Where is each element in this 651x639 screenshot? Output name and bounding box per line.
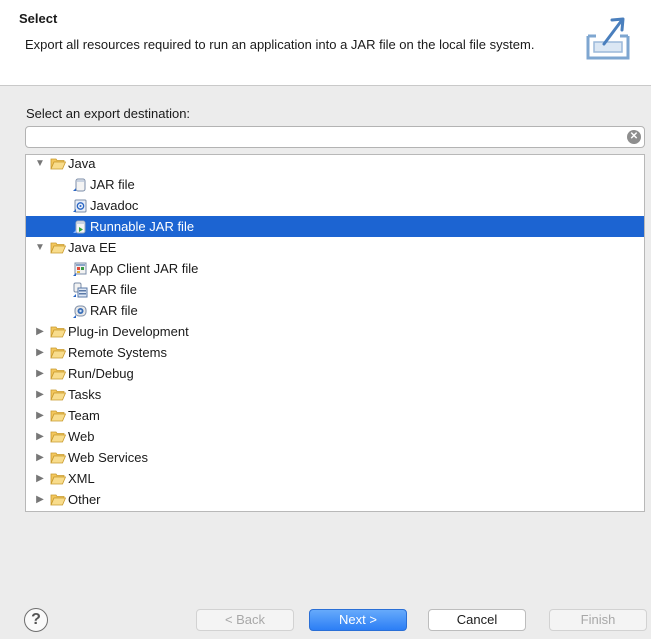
collapse-triangle-icon[interactable]: ▶ (34, 326, 46, 337)
ear-file-icon (73, 282, 88, 297)
tree-item-label: App Client JAR file (90, 261, 199, 276)
tree-item-xml[interactable]: ▶ XML (26, 468, 644, 489)
tree-item-tasks[interactable]: ▶ Tasks (26, 384, 644, 405)
collapse-triangle-icon[interactable]: ▶ (34, 368, 46, 379)
folder-icon (50, 347, 66, 359)
tree-item-run-debug[interactable]: ▶ Run/Debug (26, 363, 644, 384)
tree-item-label: Run/Debug (68, 366, 134, 381)
runnable-jar-icon (73, 220, 86, 233)
folder-icon (50, 326, 66, 338)
tree-item-label: EAR file (90, 282, 137, 297)
tree-item-label: Plug-in Development (68, 324, 189, 339)
tree-item-label: Other (68, 492, 101, 507)
folder-icon (50, 410, 66, 422)
tree-item-label: JAR file (90, 177, 135, 192)
tree-item-label: Team (68, 408, 100, 423)
tree-item-app-client-jar[interactable]: App Client JAR file (26, 258, 644, 279)
tree-item-label: Java EE (68, 240, 117, 255)
page-title: Select (19, 11, 58, 26)
tree-item-javadoc[interactable]: Javadoc (26, 195, 644, 216)
filter-input[interactable] (32, 127, 622, 147)
collapse-triangle-icon[interactable]: ▶ (34, 452, 46, 463)
rar-file-icon (73, 305, 87, 318)
javadoc-icon (73, 199, 87, 212)
tree-item-runnable-jar-file[interactable]: Runnable JAR file (26, 216, 644, 237)
folder-icon (50, 368, 66, 380)
tree-item-label: Web (68, 429, 95, 444)
button-bar: ? < Back Next > Cancel Finish (0, 590, 651, 639)
tree-item-label: XML (68, 471, 95, 486)
folder-icon (50, 494, 66, 506)
next-button[interactable]: Next > (309, 609, 407, 631)
folder-icon (50, 431, 66, 443)
clear-filter-icon[interactable]: ✕ (627, 130, 641, 144)
app-client-jar-icon (73, 262, 87, 276)
page-description: Export all resources required to run an … (25, 37, 535, 52)
tree-item-label: Tasks (68, 387, 102, 402)
export-destination-tree[interactable]: ▼ Java JAR file Javadoc Runnable JAR fil… (25, 154, 645, 512)
tree-item-other[interactable]: ▶ Other (26, 489, 644, 510)
tree-item-remote-systems[interactable]: ▶ Remote Systems (26, 342, 644, 363)
tree-item-label: RAR file (90, 303, 138, 318)
tree-item-label: Web Services (68, 450, 148, 465)
tree-item-plugin-development[interactable]: ▶ Plug-in Development (26, 321, 644, 342)
expand-triangle-icon[interactable]: ▼ (34, 242, 46, 253)
folder-icon (50, 473, 66, 485)
export-banner-icon (580, 14, 634, 66)
destination-label: Select an export destination: (26, 106, 191, 121)
collapse-triangle-icon[interactable]: ▶ (34, 473, 46, 484)
wizard-header: Select Export all resources required to … (0, 0, 651, 86)
tree-item-label: Java (68, 156, 96, 171)
tree-item-web-services[interactable]: ▶ Web Services (26, 447, 644, 468)
expand-triangle-icon[interactable]: ▼ (34, 158, 46, 169)
folder-icon (50, 452, 66, 464)
tree-item-java-ee[interactable]: ▼ Java EE (26, 237, 644, 258)
tree-item-jar-file[interactable]: JAR file (26, 174, 644, 195)
tree-item-java[interactable]: ▼ Java (26, 155, 644, 174)
collapse-triangle-icon[interactable]: ▶ (34, 347, 46, 358)
tree-item-rar-file[interactable]: RAR file (26, 300, 644, 321)
filter-field[interactable]: ✕ (25, 126, 645, 148)
folder-open-icon (50, 242, 66, 254)
tree-item-ear-file[interactable]: EAR file (26, 279, 644, 300)
finish-button[interactable]: Finish (549, 609, 647, 631)
tree-item-label: Remote Systems (68, 345, 167, 360)
cancel-button[interactable]: Cancel (428, 609, 526, 631)
tree-item-web[interactable]: ▶ Web (26, 426, 644, 447)
folder-icon (50, 389, 66, 401)
tree-item-label: Runnable JAR file (90, 219, 195, 234)
collapse-triangle-icon[interactable]: ▶ (34, 389, 46, 400)
collapse-triangle-icon[interactable]: ▶ (34, 431, 46, 442)
jar-file-icon (73, 178, 86, 191)
collapse-triangle-icon[interactable]: ▶ (34, 494, 46, 505)
help-icon[interactable]: ? (24, 608, 48, 632)
tree-item-team[interactable]: ▶ Team (26, 405, 644, 426)
collapse-triangle-icon[interactable]: ▶ (34, 410, 46, 421)
back-button[interactable]: < Back (196, 609, 294, 631)
tree-item-label: Javadoc (90, 198, 139, 213)
folder-open-icon (50, 158, 66, 170)
